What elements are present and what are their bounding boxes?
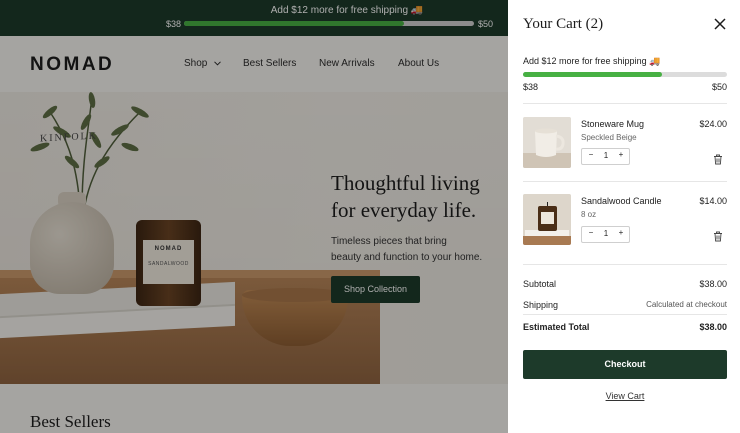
divider	[523, 181, 727, 182]
cart-item-name[interactable]: Stoneware Mug	[581, 119, 644, 129]
cart-title: Your Cart (2)	[523, 16, 604, 32]
checkout-button[interactable]: Checkout	[523, 350, 727, 379]
subtotal-label: Subtotal	[523, 279, 557, 289]
close-icon[interactable]	[713, 17, 727, 31]
divider	[523, 103, 727, 104]
total-value: $38.00	[699, 322, 727, 332]
divider	[523, 314, 727, 315]
shipping-progress-fill	[523, 72, 662, 77]
cart-item-variant: Speckled Beige	[581, 133, 637, 142]
shipping-progress-bar	[523, 72, 727, 77]
minus-icon[interactable]: −	[586, 150, 596, 159]
view-cart-link[interactable]: View Cart	[523, 391, 727, 401]
shipping-progress-max: $50	[712, 82, 728, 92]
cart-item-price: $14.00	[699, 196, 727, 206]
trash-icon[interactable]	[713, 229, 723, 242]
mug-product-image[interactable]	[523, 117, 571, 168]
total-label: Estimated Total	[523, 322, 590, 332]
cart-item-name[interactable]: Sandalwood Candle	[581, 196, 662, 206]
quantity-stepper: − 1 +	[581, 148, 630, 165]
cart-item-price: $24.00	[699, 119, 727, 129]
subtotal-value: $38.00	[699, 279, 727, 289]
plus-icon[interactable]: +	[616, 228, 626, 237]
minus-icon[interactable]: −	[586, 228, 596, 237]
divider	[523, 264, 727, 265]
shipping-label: Shipping	[523, 300, 559, 310]
overlay-backdrop[interactable]	[0, 0, 508, 433]
quantity-value: 1	[603, 229, 609, 238]
shipping-value: Calculated at checkout	[646, 300, 727, 309]
candle-product-image[interactable]	[523, 194, 571, 245]
plus-icon[interactable]: +	[616, 150, 626, 159]
quantity-value: 1	[603, 151, 609, 160]
free-shipping-message: Add $12 more for free shipping 🚚	[523, 56, 661, 66]
quantity-stepper: − 1 +	[581, 226, 630, 243]
cart-item-variant: 8 oz	[581, 210, 597, 219]
cart-drawer: Your Cart (2) Add $12 more for free ship…	[508, 0, 740, 433]
shipping-progress-min: $38	[523, 82, 539, 92]
trash-icon[interactable]	[713, 152, 723, 165]
